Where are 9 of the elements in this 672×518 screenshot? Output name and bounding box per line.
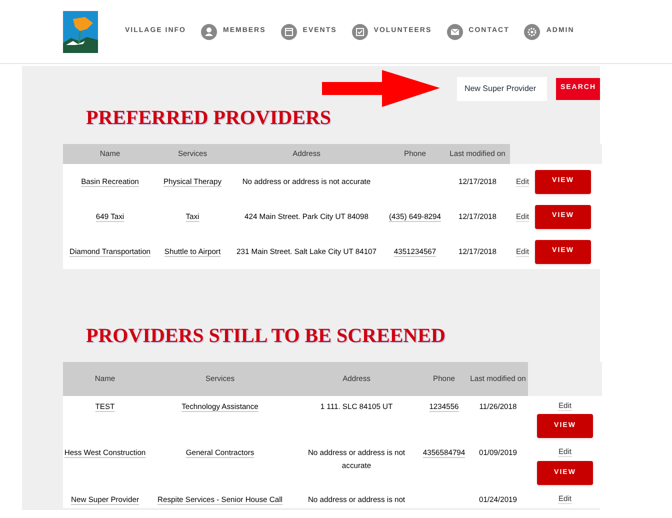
section-heading: PROVIDERS STILL TO BE SCREENED xyxy=(86,325,446,347)
settings-icon[interactable] xyxy=(524,24,540,40)
section-heading: PREFERRED PROVIDERS xyxy=(86,107,332,129)
search-field[interactable]: New Super Provider xyxy=(457,76,548,100)
mail-icon[interactable] xyxy=(446,24,463,40)
logo-icon[interactable] xyxy=(63,10,98,52)
checkbox-icon[interactable] xyxy=(352,24,368,40)
calendar-icon[interactable] xyxy=(280,24,297,40)
person-icon[interactable] xyxy=(201,24,217,40)
